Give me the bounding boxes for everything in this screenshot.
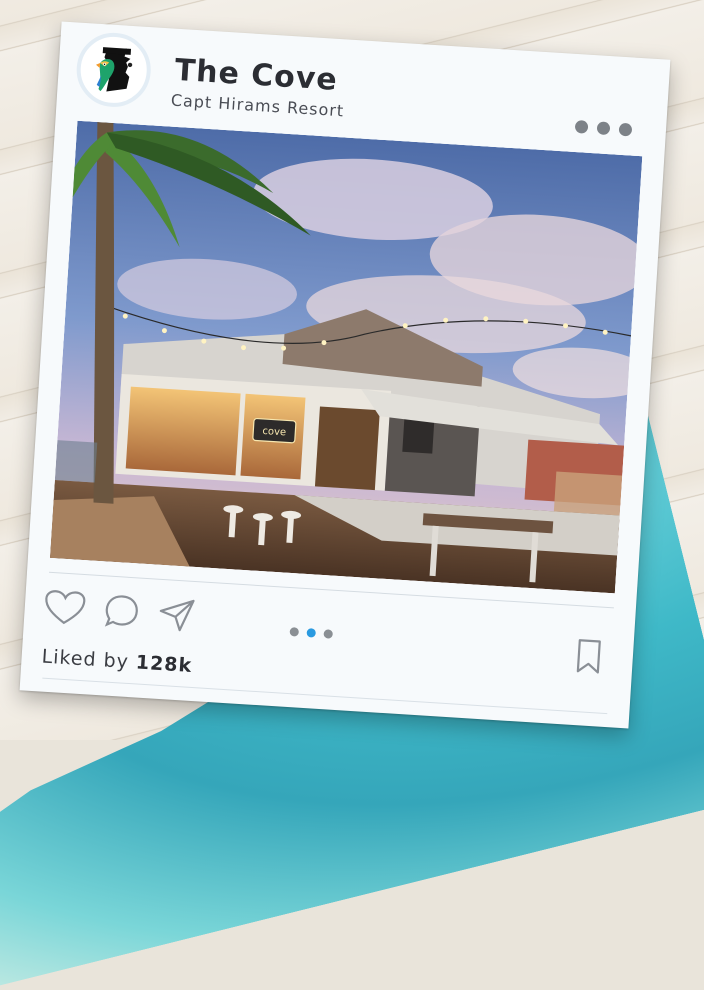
carousel-dot[interactable] [289, 627, 300, 637]
parrot-logo-icon [95, 47, 133, 92]
account-name[interactable]: The Cove [174, 53, 339, 98]
carousel-dot[interactable] [323, 629, 333, 639]
social-post-card: The Cove Capt Hirams Resort cove Liked b… [19, 21, 671, 729]
more-options-icon[interactable] [574, 119, 633, 137]
post-actions [42, 588, 198, 636]
photo-sign: cove [262, 426, 286, 438]
post-photo-illustration: cove [49, 120, 643, 594]
comment-icon[interactable] [102, 591, 142, 631]
more-dot [596, 121, 611, 136]
more-dot [574, 119, 589, 134]
post-photo[interactable]: cove [49, 120, 643, 594]
more-dot [618, 122, 633, 137]
avatar[interactable] [74, 30, 153, 110]
carousel-dot-active[interactable] [306, 628, 317, 638]
share-icon[interactable] [155, 595, 197, 635]
likes-count[interactable]: 128k [135, 651, 193, 676]
likes-summary: Liked by 128k [41, 646, 193, 677]
liked-by-label: Liked by [41, 645, 130, 673]
heart-icon[interactable] [42, 588, 88, 629]
carousel-indicator [289, 627, 333, 639]
bookmark-icon[interactable] [574, 637, 604, 677]
